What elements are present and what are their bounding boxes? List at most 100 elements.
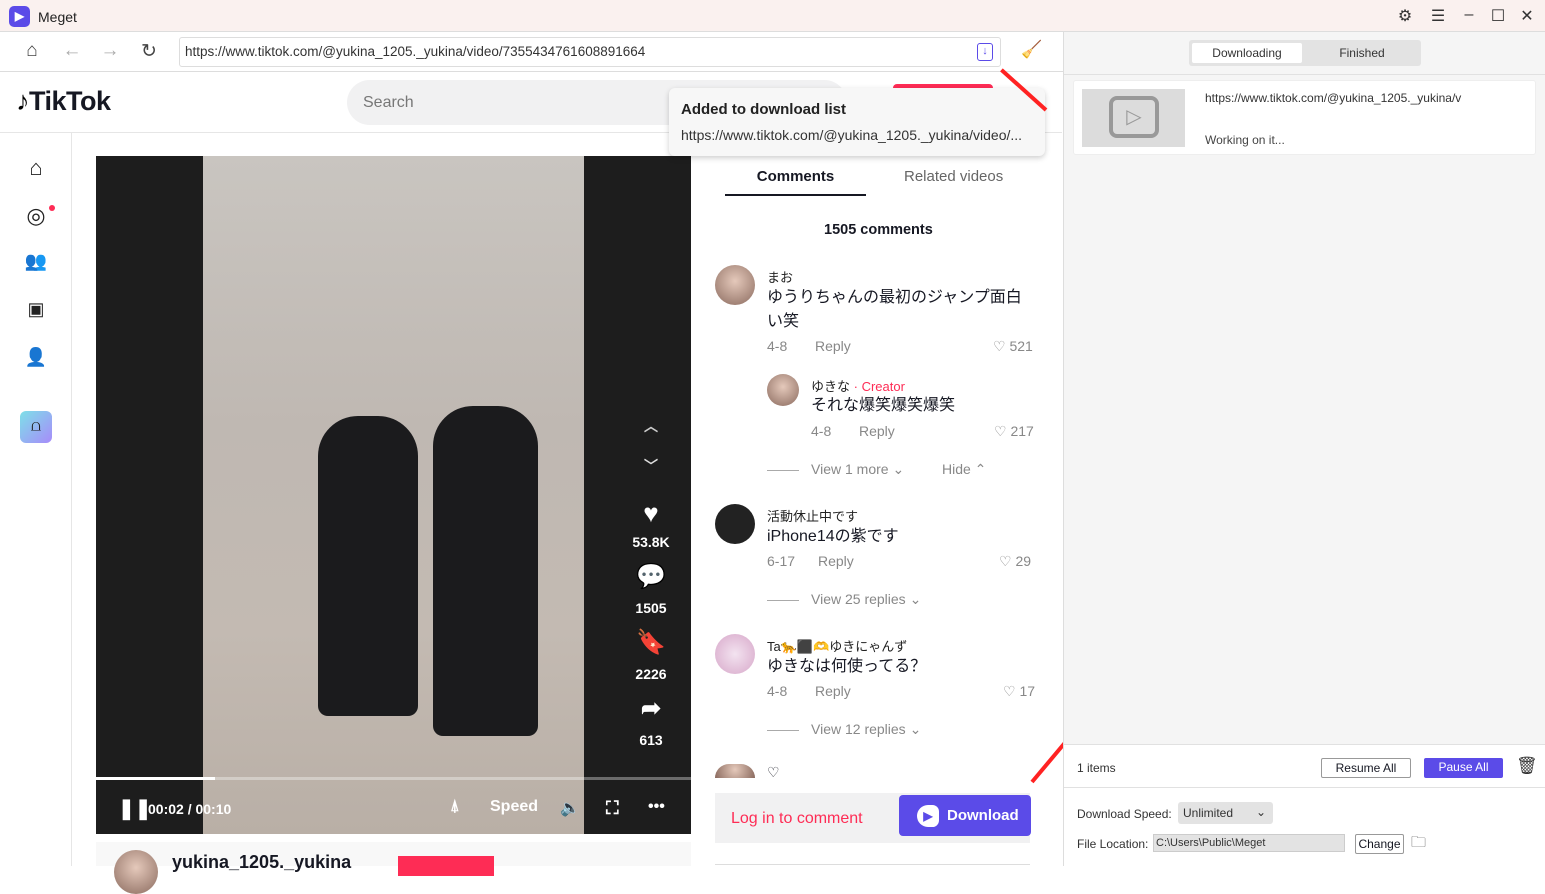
download-settings: Download Speed: Unlimited ⌄ File Location…: [1064, 788, 1545, 866]
live-icon[interactable]: ▣: [22, 299, 50, 327]
comment-author[interactable]: まお: [767, 267, 793, 286]
comment-like[interactable]: ♡ 17: [1003, 683, 1035, 700]
view-replies[interactable]: View 12 replies ⌄: [767, 721, 921, 738]
volume-icon[interactable]: 🔈: [560, 798, 580, 818]
reply-button[interactable]: Reply: [815, 338, 851, 354]
minimize-icon[interactable]: –: [1459, 6, 1479, 24]
prev-video-icon[interactable]: ︿: [631, 416, 671, 436]
video-time: 00:02 / 00:10: [148, 801, 232, 817]
avatar[interactable]: [715, 504, 755, 544]
speed-button[interactable]: Speed: [490, 798, 538, 816]
toast-title: Added to download list: [681, 101, 846, 118]
comment-date: 4-8: [811, 423, 832, 439]
video-frame: [203, 156, 584, 834]
reply-button[interactable]: Reply: [815, 683, 851, 699]
download-tabs: Downloading Finished: [1189, 40, 1421, 66]
comment-like[interactable]: ♡ 217: [994, 423, 1034, 440]
video-player[interactable]: ︿ ﹀ ♥ 53.8K 💬 1505 🔖 2226 ➦ 613 ❚❚ 00:02…: [96, 156, 691, 834]
save-count: 2226: [635, 666, 667, 682]
comment-date: 6-17: [767, 553, 796, 569]
follow-button[interactable]: [398, 856, 494, 876]
extension-icon[interactable]: ⩍: [20, 411, 52, 443]
divider: [1064, 74, 1545, 75]
back-icon[interactable]: ←: [60, 40, 84, 62]
app-logo-icon: ▶: [9, 6, 30, 27]
home-icon[interactable]: ⌂: [20, 40, 44, 62]
url-bar[interactable]: https://www.tiktok.com/@yukina_1205._yuk…: [179, 37, 1001, 67]
comment-author[interactable]: Ta🐆⬛🫶ゆきにゃんず: [767, 636, 907, 655]
comment-author[interactable]: ゆきな · Creator: [811, 376, 905, 395]
pause-all-button[interactable]: Pause All: [1424, 758, 1503, 778]
like-icon[interactable]: ♥: [631, 498, 671, 529]
bookmark-icon[interactable]: 🔖: [631, 628, 671, 657]
avatar[interactable]: [715, 634, 755, 674]
divider: [715, 864, 1030, 865]
comment-date: 4-8: [767, 683, 788, 699]
avatar[interactable]: [715, 265, 755, 305]
heart-icon: ♡: [767, 764, 780, 780]
profile-icon[interactable]: 👤: [22, 347, 50, 375]
comment-text: ゆうりちゃんの最初のジャンプ面白い笑: [767, 289, 1022, 330]
view-replies[interactable]: View 25 replies ⌄: [767, 591, 921, 608]
heart-icon: ♡: [993, 338, 1006, 354]
author-bar: yukina_1205._yukina: [96, 842, 691, 894]
speed-select[interactable]: Unlimited ⌄: [1178, 802, 1273, 824]
reply-button[interactable]: Reply: [818, 553, 854, 569]
tiktok-logo[interactable]: ♪TikTok: [16, 86, 111, 117]
comment-icon[interactable]: 💬: [631, 562, 671, 591]
menu-icon[interactable]: ☰: [1428, 6, 1448, 26]
add-download-icon[interactable]: ↓: [977, 43, 993, 61]
avatar[interactable]: [767, 374, 799, 406]
location-field[interactable]: C:\Users\Public\Meget: [1153, 834, 1345, 852]
video-progress-bar[interactable]: [96, 777, 691, 780]
tiktok-sidebar: ⌂ ◎ 👥 ▣ 👤 ⩍: [0, 133, 72, 866]
change-location-button[interactable]: Change: [1355, 834, 1404, 854]
close-icon[interactable]: ✕: [1517, 6, 1537, 26]
tab-downloading[interactable]: Downloading: [1192, 43, 1302, 63]
more-icon[interactable]: •••: [648, 798, 665, 816]
tab-finished[interactable]: Finished: [1307, 43, 1417, 63]
folder-icon[interactable]: 🗀: [1411, 832, 1426, 857]
share-icon[interactable]: ➦: [631, 694, 671, 723]
comment-like[interactable]: ♡ 521: [993, 338, 1033, 355]
share-count: 613: [639, 732, 663, 748]
download-item[interactable]: ▷ https://www.tiktok.com/@yukina_1205._y…: [1073, 80, 1536, 155]
login-to-comment[interactable]: Log in to comment: [731, 810, 863, 828]
heart-icon: ♡: [1003, 683, 1016, 699]
pause-icon[interactable]: ❚❚: [118, 796, 152, 821]
trash-icon[interactable]: 🗑: [1516, 756, 1538, 776]
like-count: 53.8K: [632, 534, 670, 550]
hide-replies[interactable]: Hide ⌃: [942, 461, 986, 478]
video-person: [318, 416, 418, 716]
avatar[interactable]: [114, 850, 158, 894]
chevron-down-icon: ⌄: [1255, 805, 1266, 819]
author-name[interactable]: yukina_1205._yukina: [172, 852, 351, 873]
reply-button[interactable]: Reply: [859, 423, 895, 439]
resume-all-button[interactable]: Resume All: [1321, 758, 1411, 778]
item-count: 1 items: [1077, 761, 1116, 775]
download-status: Working on it...: [1205, 133, 1285, 147]
home-icon[interactable]: ⌂: [22, 155, 50, 183]
settings-icon[interactable]: ⚙: [1395, 6, 1415, 26]
tab-comments[interactable]: Comments: [725, 160, 866, 196]
location-label: File Location:: [1077, 837, 1149, 851]
avatar[interactable]: [715, 764, 755, 778]
download-button[interactable]: ▶ Download: [899, 795, 1031, 836]
comment-like[interactable]: ♡ 29: [999, 553, 1031, 570]
comment-author[interactable]: 活動休止中です: [767, 506, 858, 525]
pip-icon[interactable]: ⍋: [450, 798, 460, 816]
forward-icon[interactable]: →: [98, 40, 122, 62]
video-person: [433, 406, 538, 736]
comment-text: iPhone14の紫です: [767, 528, 899, 545]
view-more-replies[interactable]: View 1 more ⌄: [767, 461, 904, 478]
following-icon[interactable]: 👥: [22, 251, 50, 279]
maximize-icon[interactable]: ☐: [1488, 6, 1508, 26]
tab-related-videos[interactable]: Related videos: [904, 160, 1003, 196]
progress-fill: [96, 777, 215, 780]
reload-icon[interactable]: ↻: [137, 40, 161, 63]
clean-brush-icon[interactable]: 🧹: [1020, 40, 1044, 60]
explore-compass-icon[interactable]: ◎: [22, 203, 55, 231]
comment-date: 4-8: [767, 338, 788, 354]
next-video-icon[interactable]: ﹀: [631, 456, 671, 476]
fullscreen-icon[interactable]: ⛶: [606, 798, 619, 819]
